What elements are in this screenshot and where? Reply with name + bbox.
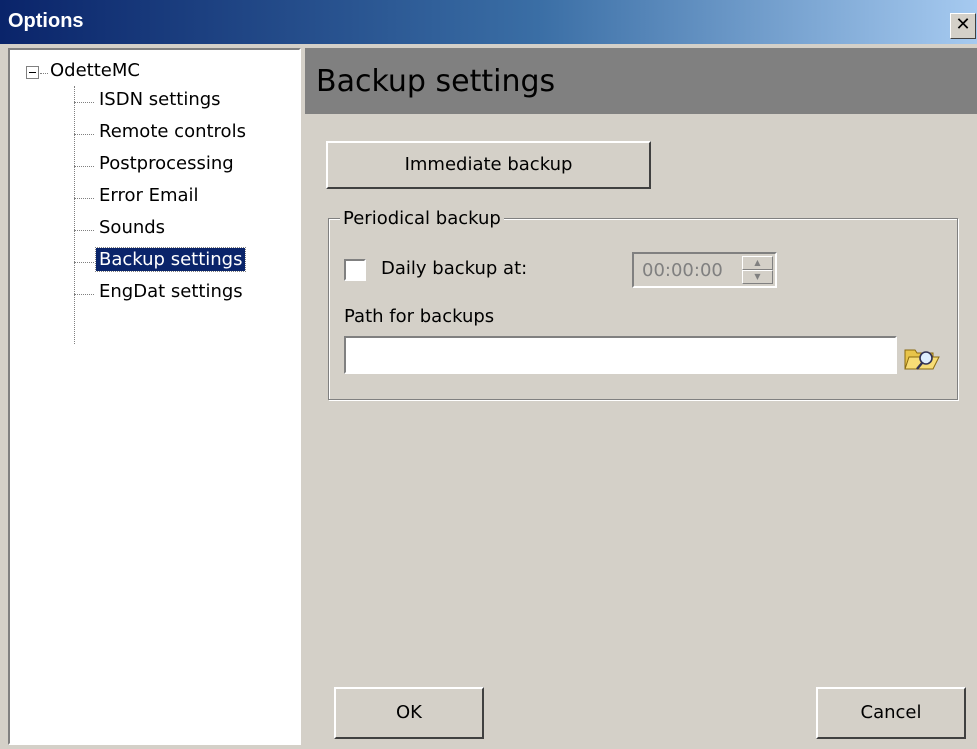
- window-title: Options: [8, 10, 84, 32]
- options-tree[interactable]: OdetteMC ISDN settings Remote controls P…: [8, 48, 301, 745]
- close-icon: ✕: [955, 14, 971, 35]
- cancel-button[interactable]: Cancel: [816, 687, 966, 739]
- daily-backup-checkbox[interactable]: [344, 259, 366, 281]
- tree-item-label: Sounds: [99, 217, 166, 238]
- panel-header: Backup settings: [305, 48, 977, 114]
- group-title: Periodical backup: [340, 208, 504, 229]
- title-bar: Options ✕: [0, 0, 977, 44]
- folder-browse-icon[interactable]: [903, 344, 943, 372]
- spin-up-button: ▲: [742, 256, 773, 270]
- close-button[interactable]: ✕: [950, 13, 976, 39]
- tree-item-label: ISDN settings: [99, 89, 221, 110]
- backup-path-input[interactable]: [344, 336, 897, 374]
- immediate-backup-button[interactable]: Immediate backup: [326, 141, 651, 189]
- collapse-icon[interactable]: [26, 66, 39, 79]
- tree-item-label: Error Email: [99, 185, 199, 206]
- tree-item-label: Backup settings: [94, 247, 247, 272]
- daily-backup-label[interactable]: Daily backup at:: [381, 258, 527, 279]
- tree-root-odettemc[interactable]: OdetteMC: [50, 60, 140, 81]
- path-label: Path for backups: [344, 306, 495, 327]
- spin-down-button: ▼: [742, 270, 773, 284]
- tree-item-label: EngDat settings: [99, 281, 243, 302]
- backup-time-value: 00:00:00: [642, 260, 723, 281]
- tree-item-label: Postprocessing: [99, 153, 234, 174]
- backup-time-field: 00:00:00 ▲ ▼: [632, 252, 777, 288]
- ok-button[interactable]: OK: [334, 687, 484, 739]
- tree-item-label: Remote controls: [99, 121, 246, 142]
- panel-title: Backup settings: [316, 64, 556, 99]
